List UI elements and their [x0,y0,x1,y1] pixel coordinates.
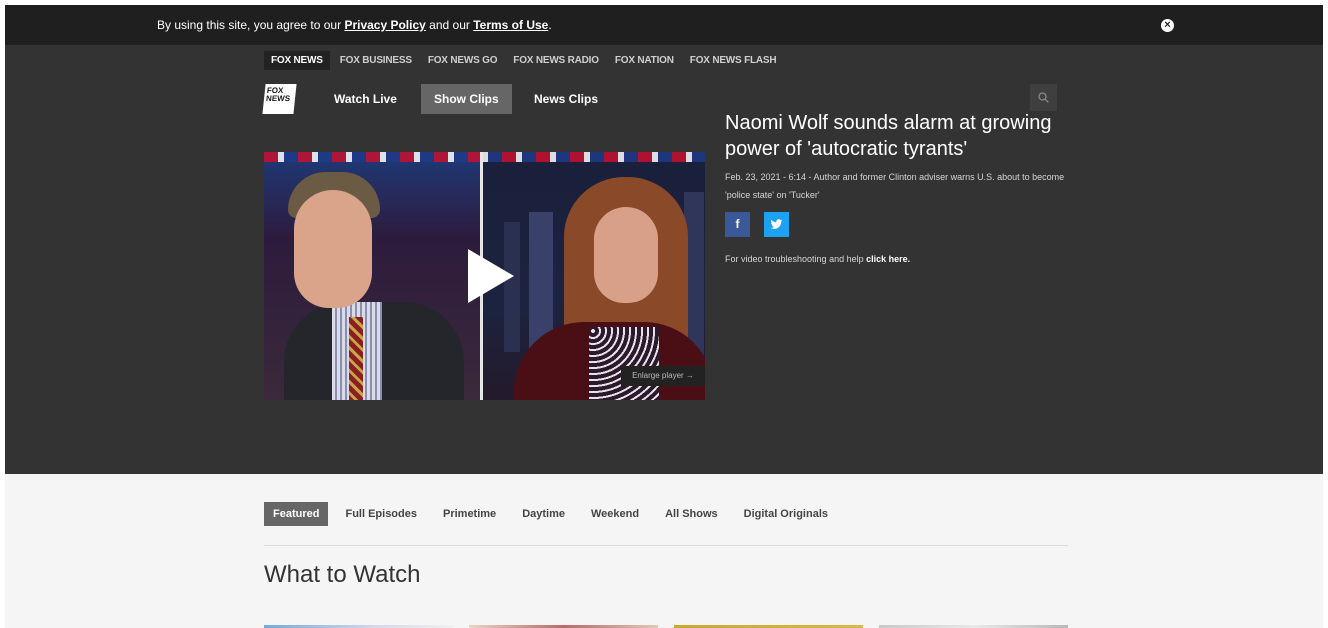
tab-featured[interactable]: Featured [264,502,329,526]
guest-face [594,207,658,303]
cookie-text: By using this site, you agree to our Pri… [157,18,552,32]
privacy-policy-link[interactable]: Privacy Policy [344,18,425,32]
cookie-suffix: . [548,18,552,32]
network-link-fox-news-flash[interactable]: FOX NEWS FLASH [690,55,777,66]
cookie-middle: and our [425,18,474,32]
fox-news-logo[interactable]: FOX NEWS [262,84,297,114]
network-link-fox-news-radio[interactable]: FOX NEWS RADIO [513,55,599,66]
nav-watch-live[interactable]: Watch Live [321,84,410,114]
section-title: What to Watch [264,561,421,588]
network-link-fox-nation[interactable]: FOX NATION [615,55,674,66]
tab-primetime[interactable]: Primetime [430,502,509,526]
host-tie [349,317,363,400]
tab-digital-originals[interactable]: Digital Originals [731,502,841,526]
nav-show-clips[interactable]: Show Clips [421,84,512,114]
enlarge-player-button[interactable]: Enlarge player → [621,366,705,386]
play-icon[interactable] [468,249,514,303]
close-icon[interactable]: × [1161,19,1174,32]
network-link-fox-business[interactable]: FOX BUSINESS [340,55,412,66]
logo-line-2: NEWS [265,94,291,103]
nav-news-clips[interactable]: News Clips [521,84,611,114]
cookie-consent-bar: By using this site, you agree to our Pri… [5,5,1323,45]
tab-weekend[interactable]: Weekend [578,502,652,526]
help-line: For video troubleshooting and help click… [725,254,910,264]
tab-all-shows[interactable]: All Shows [652,502,731,526]
terms-of-use-link[interactable]: Terms of Use [473,18,548,32]
search-icon [1038,92,1049,103]
tabs-divider [264,545,1068,546]
network-link-fox-news-go[interactable]: FOX NEWS GO [428,55,498,66]
twitter-share-button[interactable] [764,212,789,237]
network-link-fox-news[interactable]: FOX NEWS [264,50,330,70]
network-bar: FOX NEWS FOX BUSINESS FOX NEWS GO FOX NE… [264,50,792,70]
facebook-share-button[interactable]: f [725,212,750,237]
guest-blouse [589,327,659,400]
cookie-prefix: By using this site, you agree to our [157,18,345,32]
video-description: Feb. 23, 2021 - 6:14 - Author and former… [725,172,1065,200]
video-player[interactable] [264,152,705,400]
page-frame: By using this site, you agree to our Pri… [5,5,1323,628]
facebook-icon: f [735,217,740,231]
host-face [294,190,372,308]
twitter-icon [770,219,783,229]
show-tabs: Featured Full Episodes Primetime Daytime… [264,502,841,526]
tab-full-episodes[interactable]: Full Episodes [332,502,430,526]
search-button[interactable] [1030,84,1057,111]
flag-backdrop [264,152,705,162]
video-title: Naomi Wolf sounds alarm at growing power… [725,112,1052,160]
help-text: For video troubleshooting and help [725,254,867,264]
video-hero: FOX NEWS FOX BUSINESS FOX NEWS GO FOX NE… [5,45,1323,474]
help-link[interactable]: click here. [866,254,910,264]
tab-daytime[interactable]: Daytime [509,502,578,526]
